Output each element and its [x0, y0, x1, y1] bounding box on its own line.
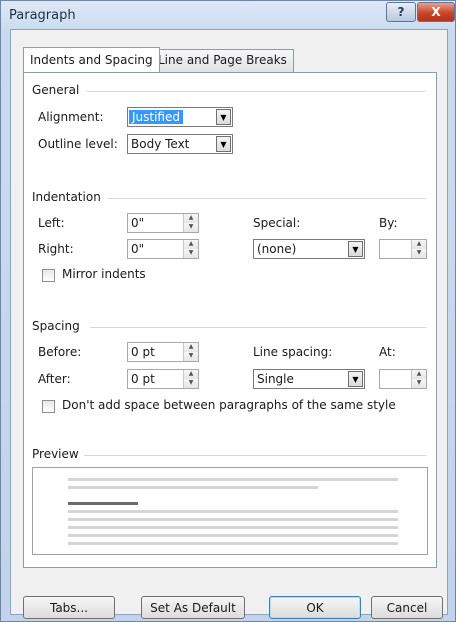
right-indent-value: 0": [131, 242, 145, 256]
spin-down-icon[interactable]: ▼: [412, 379, 426, 388]
right-indent-label: Right:: [38, 242, 74, 256]
preview-box: [32, 467, 428, 555]
ok-button-label: OK: [306, 600, 324, 615]
tab-indents-and-spacing[interactable]: Indents and Spacing: [23, 47, 160, 72]
after-value: 0 pt: [131, 372, 155, 386]
line-spacing-label: Line spacing:: [253, 345, 333, 359]
dialog-body: Indents and Spacing Line and Page Breaks…: [10, 29, 448, 619]
paragraph-dialog: Paragraph ? X Indents and Spacing Line a…: [0, 0, 456, 622]
left-indent-label: Left:: [38, 216, 65, 230]
spin-up-icon[interactable]: ▲: [184, 370, 198, 379]
by-label: By:: [379, 216, 398, 230]
spin-down-icon[interactable]: ▼: [184, 379, 198, 388]
spin-up-icon[interactable]: ▲: [184, 343, 198, 352]
group-divider: [108, 198, 426, 199]
title-bar[interactable]: Paragraph ? X: [1, 1, 455, 31]
tab-line-and-page-breaks[interactable]: Line and Page Breaks: [151, 49, 294, 72]
preview-group-title: Preview: [32, 447, 79, 461]
close-button[interactable]: X: [417, 2, 455, 22]
mirror-indents-checkbox[interactable]: [42, 269, 55, 282]
at-label: At:: [379, 345, 396, 359]
alignment-select[interactable]: Justified ▼: [127, 107, 233, 127]
spin-down-icon[interactable]: ▼: [184, 249, 198, 258]
tab-label: Line and Page Breaks: [158, 53, 287, 67]
before-spinner[interactable]: 0 pt ▲ ▼: [127, 342, 199, 362]
at-spinner[interactable]: ▲ ▼: [379, 369, 427, 389]
outline-level-label: Outline level:: [38, 137, 118, 151]
alignment-label: Alignment:: [38, 110, 104, 124]
preview-line: [68, 542, 398, 545]
left-indent-spinner[interactable]: 0" ▲ ▼: [127, 213, 199, 233]
help-button[interactable]: ?: [386, 2, 416, 22]
set-as-default-button[interactable]: Set As Default: [141, 596, 245, 619]
line-spacing-select[interactable]: Single ▼: [253, 369, 365, 389]
left-indent-value: 0": [131, 216, 145, 230]
right-indent-spinner[interactable]: 0" ▲ ▼: [127, 239, 199, 259]
group-divider: [84, 455, 426, 456]
special-label: Special:: [253, 216, 301, 230]
alignment-value: Justified: [129, 110, 183, 124]
indents-spacing-panel: General Alignment: Justified ▼ Outline l…: [23, 72, 437, 568]
preview-line: [68, 534, 398, 537]
group-divider: [86, 91, 426, 92]
dialog-title: Paragraph: [9, 8, 76, 23]
spin-up-icon[interactable]: ▲: [184, 240, 198, 249]
close-icon: X: [431, 5, 441, 19]
preview-line: [68, 502, 138, 505]
ok-button[interactable]: OK: [269, 596, 361, 619]
by-spinner[interactable]: ▲ ▼: [379, 239, 427, 259]
outline-level-select[interactable]: Body Text ▼: [127, 134, 233, 154]
tab-label: Indents and Spacing: [30, 53, 153, 67]
chevron-down-icon: ▼: [216, 136, 231, 152]
spin-down-icon[interactable]: ▼: [412, 249, 426, 258]
tabs-button-label: Tabs...: [49, 600, 88, 615]
before-label: Before:: [38, 345, 82, 359]
preview-line: [68, 478, 398, 481]
spin-up-icon[interactable]: ▲: [184, 214, 198, 223]
indentation-group-title: Indentation: [32, 190, 101, 204]
preview-line: [68, 526, 398, 529]
spin-down-icon[interactable]: ▼: [184, 352, 198, 361]
chevron-down-icon: ▼: [348, 371, 363, 387]
general-group-title: General: [32, 83, 80, 97]
dont-add-space-label: Don't add space between paragraphs of th…: [62, 398, 396, 412]
line-spacing-value: Single: [257, 372, 294, 386]
group-divider: [90, 327, 426, 328]
help-icon: ?: [397, 5, 405, 19]
chevron-down-icon: ▼: [216, 109, 231, 125]
tabs-button[interactable]: Tabs...: [23, 596, 115, 619]
set-as-default-label: Set As Default: [150, 600, 236, 615]
after-spinner[interactable]: 0 pt ▲ ▼: [127, 369, 199, 389]
dont-add-space-checkbox[interactable]: [42, 400, 55, 413]
chevron-down-icon: ▼: [348, 241, 363, 257]
before-value: 0 pt: [131, 345, 155, 359]
preview-line: [68, 486, 318, 489]
spin-up-icon[interactable]: ▲: [412, 370, 426, 379]
cancel-button-label: Cancel: [386, 600, 428, 615]
outline-level-value: Body Text: [131, 137, 190, 151]
special-value: (none): [257, 242, 297, 256]
special-select[interactable]: (none) ▼: [253, 239, 365, 259]
preview-line: [68, 518, 398, 521]
cancel-button[interactable]: Cancel: [371, 596, 443, 619]
after-label: After:: [38, 372, 71, 386]
spacing-group-title: Spacing: [32, 319, 80, 333]
mirror-indents-label: Mirror indents: [62, 267, 146, 281]
preview-line: [68, 510, 398, 513]
spin-down-icon[interactable]: ▼: [184, 223, 198, 232]
spin-up-icon[interactable]: ▲: [412, 240, 426, 249]
